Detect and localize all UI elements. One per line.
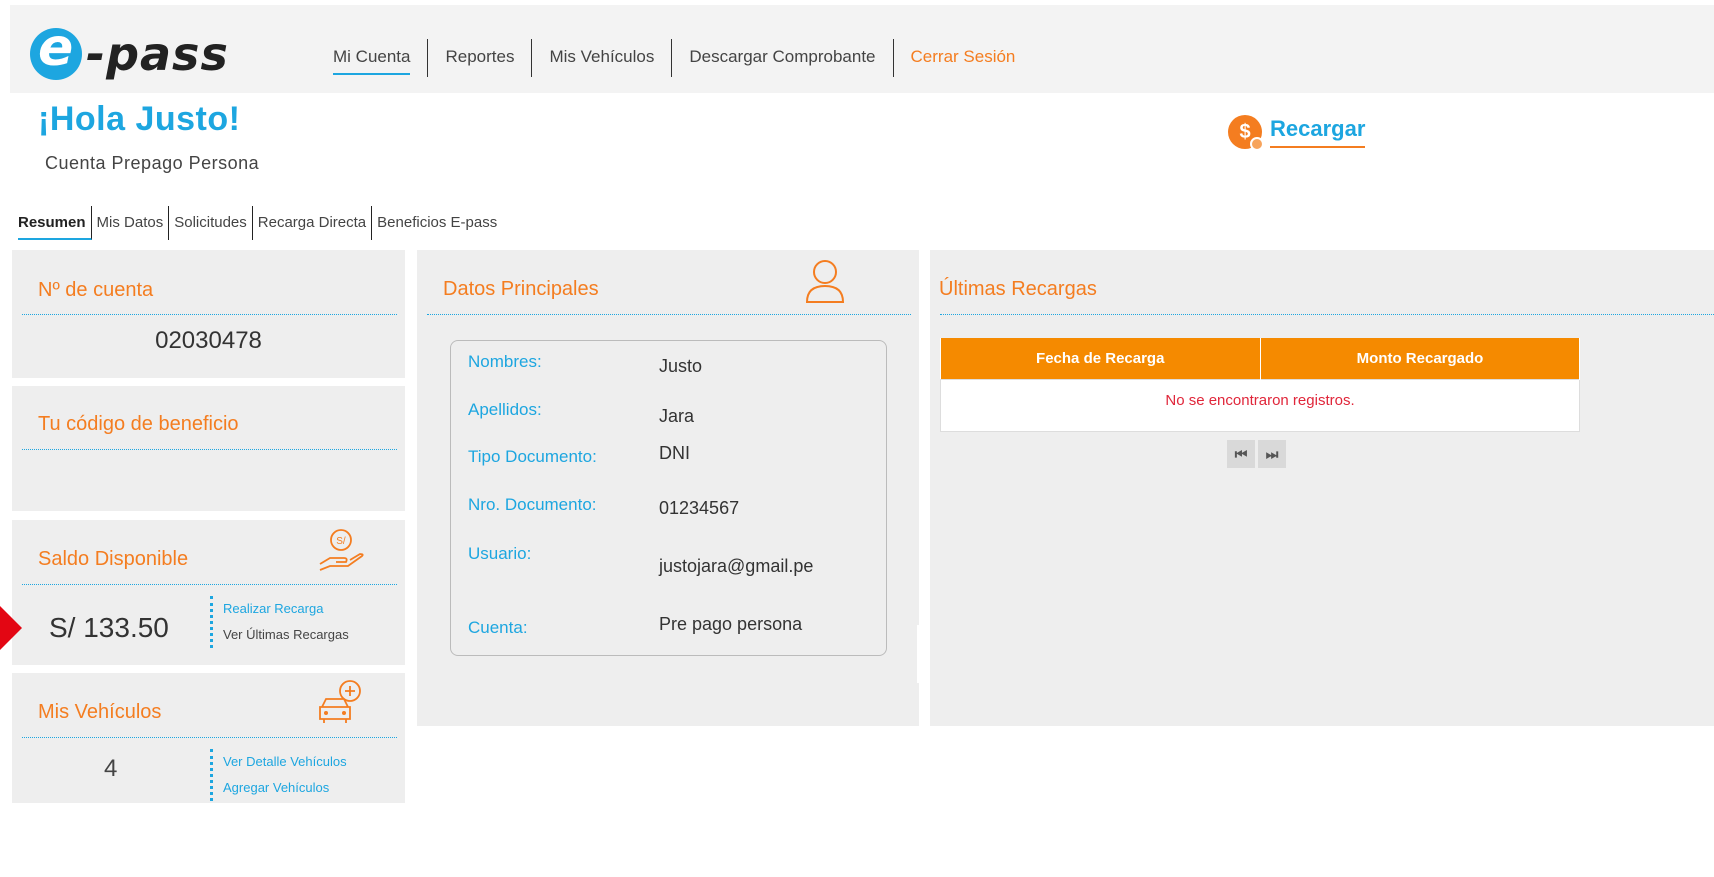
column-fecha-recarga[interactable]: Fecha de Recarga bbox=[940, 338, 1261, 379]
nro-documento-value: 01234567 bbox=[659, 498, 740, 518]
main-data-title: Datos Principales bbox=[443, 278, 599, 300]
epass-logo[interactable]: e -pass bbox=[30, 22, 229, 81]
pager: ⏮ ⏭ bbox=[1227, 440, 1286, 468]
divider bbox=[22, 449, 397, 450]
column-monto-recargado[interactable]: Monto Recargado bbox=[1260, 338, 1580, 379]
greeting-title: ¡Hola Justo! bbox=[38, 100, 241, 138]
nav-descargar-comprobante[interactable]: Descargar Comprobante bbox=[672, 39, 894, 77]
tipo-documento-label: Tipo Documento: bbox=[468, 447, 597, 466]
balance-links: Realizar Recarga Ver Últimas Recargas bbox=[210, 596, 349, 648]
divider bbox=[22, 314, 397, 315]
realizar-recarga-link[interactable]: Realizar Recarga bbox=[223, 596, 349, 622]
no-records-message: No se encontraron registros. bbox=[940, 378, 1580, 432]
tab-solicitudes[interactable]: Solicitudes bbox=[169, 206, 253, 240]
nombres-value: Justo bbox=[659, 356, 703, 376]
divider bbox=[22, 584, 397, 585]
account-type-label: Cuenta Prepago Persona bbox=[45, 153, 260, 173]
last-recharges-title: Últimas Recargas bbox=[939, 278, 1097, 300]
vehicles-count: 4 bbox=[104, 755, 118, 782]
balance-card: Saldo Disponible S/ S/ 133.50 Realizar R… bbox=[12, 520, 405, 665]
apellidos-label: Apellidos: bbox=[468, 400, 542, 419]
user-icon bbox=[805, 260, 845, 303]
balance-value: S/ 133.50 bbox=[49, 612, 169, 643]
recharges-table: Fecha de Recarga Monto Recargado No se e… bbox=[940, 338, 1580, 432]
nav-mi-cuenta[interactable]: Mi Cuenta bbox=[333, 39, 429, 77]
table-row: No se encontraron registros. bbox=[940, 378, 1580, 432]
recharge-label: Recargar bbox=[1270, 116, 1366, 148]
usuario-value: justojara@gmail.pe bbox=[659, 556, 814, 576]
nav-mis-vehiculos[interactable]: Mis Vehículos bbox=[532, 39, 673, 77]
account-number-card: Nº de cuenta 02030478 bbox=[12, 250, 405, 378]
nombres-label: Nombres: bbox=[468, 352, 542, 371]
main-data-box: Nombres: Justo Apellidos: Jara Tipo Docu… bbox=[450, 340, 967, 683]
tab-recarga-directa[interactable]: Recarga Directa bbox=[253, 206, 373, 240]
logo-text: -pass bbox=[86, 27, 229, 81]
account-number-title: Nº de cuenta bbox=[38, 279, 154, 301]
benefit-code-title: Tu código de beneficio bbox=[38, 413, 239, 435]
balance-title: Saldo Disponible bbox=[38, 548, 189, 570]
svg-text:S/: S/ bbox=[336, 536, 346, 547]
divider bbox=[22, 737, 397, 738]
first-page-button[interactable]: ⏮ bbox=[1227, 440, 1255, 468]
main-nav: Mi Cuenta Reportes Mis Vehículos Descarg… bbox=[333, 38, 1032, 78]
tab-mis-datos[interactable]: Mis Datos bbox=[92, 206, 170, 240]
tab-resumen[interactable]: Resumen bbox=[18, 206, 92, 240]
ver-ultimas-recargas-link[interactable]: Ver Últimas Recargas bbox=[223, 622, 349, 648]
red-pointer-arrow bbox=[0, 606, 22, 650]
apellidos-value: Jara bbox=[659, 406, 695, 426]
cuenta-value: Pre pago persona bbox=[659, 614, 803, 634]
tipo-documento-value: DNI bbox=[659, 443, 690, 463]
nro-documento-label: Nro. Documento: bbox=[468, 495, 597, 514]
benefit-code-card: Tu código de beneficio bbox=[12, 386, 405, 511]
vehicles-title: Mis Vehículos bbox=[38, 701, 162, 723]
top-navigation-bar: e -pass Mi Cuenta Reportes Mis Vehículos… bbox=[10, 5, 1714, 93]
nav-reportes[interactable]: Reportes bbox=[428, 39, 533, 77]
account-tabs: Resumen Mis Datos Solicitudes Recarga Di… bbox=[18, 206, 502, 240]
agregar-vehiculos-link[interactable]: Agregar Vehículos bbox=[223, 775, 347, 801]
nav-cerrar-sesion[interactable]: Cerrar Sesión bbox=[894, 39, 1033, 77]
logo-circle-icon: e bbox=[30, 22, 82, 80]
main-data-card: Datos Principales Nombres: Justo Apellid… bbox=[417, 250, 967, 726]
add-car-icon bbox=[319, 680, 361, 723]
recharge-button[interactable]: $ Recargar bbox=[1228, 115, 1366, 151]
vehicles-links: Ver Detalle Vehículos Agregar Vehículos bbox=[210, 749, 347, 801]
tab-beneficios-epass[interactable]: Beneficios E-pass bbox=[372, 206, 502, 240]
account-number-value: 02030478 bbox=[155, 327, 262, 354]
ver-detalle-vehiculos-link[interactable]: Ver Detalle Vehículos bbox=[223, 749, 347, 775]
last-page-button[interactable]: ⏭ bbox=[1258, 440, 1286, 468]
cuenta-label: Cuenta: bbox=[468, 618, 528, 637]
money-hand-icon: S/ bbox=[319, 529, 364, 571]
usuario-label: Usuario: bbox=[468, 544, 532, 563]
divider bbox=[940, 314, 1714, 315]
vehicles-card: Mis Vehículos 4 Ver Detalle Vehículos Ag… bbox=[12, 673, 405, 803]
dollar-coin-icon: $ bbox=[1228, 115, 1264, 151]
last-recharges-card: Últimas Recargas Fecha de Recarga Monto … bbox=[930, 250, 1714, 726]
divider bbox=[427, 314, 911, 315]
